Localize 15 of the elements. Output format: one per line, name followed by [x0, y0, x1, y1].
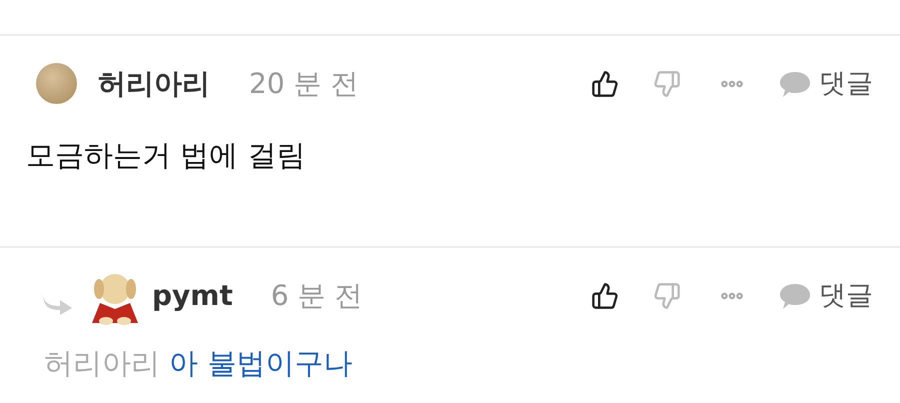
reply-link[interactable]: 댓글 — [819, 276, 873, 316]
comment-text: 허리아리 아 불법이구나 — [44, 345, 352, 382]
timestamp: 6 분 전 — [270, 278, 362, 314]
speech-bubble-icon[interactable] — [779, 70, 811, 98]
avatar-icon — [36, 62, 77, 104]
timestamp: 20 분 전 — [249, 66, 358, 102]
author-name[interactable]: pymt — [152, 275, 233, 317]
thumbs-down-icon[interactable] — [653, 70, 681, 98]
reply-link[interactable]: 댓글 — [819, 64, 873, 104]
thumbs-down-icon[interactable] — [653, 282, 681, 310]
author-name[interactable]: 허리아리 — [98, 63, 210, 105]
comment-text: 모금하는거 법에 걸림 — [26, 137, 306, 174]
speech-bubble-icon[interactable] — [779, 282, 811, 310]
thumbs-up-icon[interactable] — [591, 70, 619, 98]
thumbs-up-icon[interactable] — [591, 282, 619, 310]
